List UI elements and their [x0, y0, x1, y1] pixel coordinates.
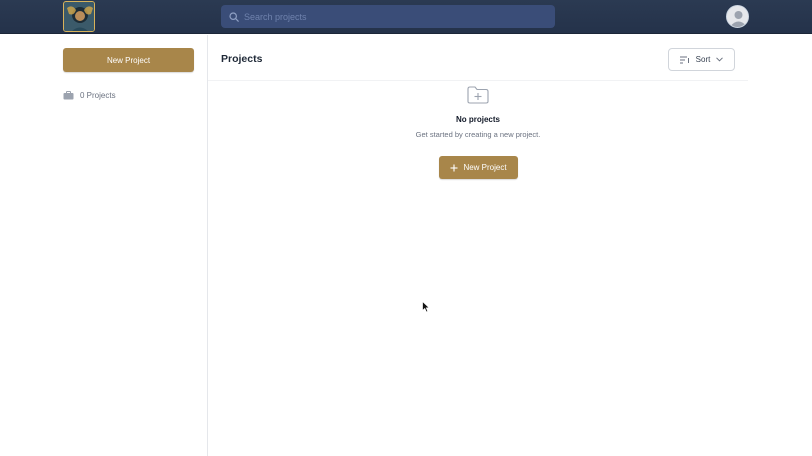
sort-label: Sort	[695, 55, 711, 64]
sort-lines-icon	[679, 56, 689, 63]
search-input[interactable]	[244, 11, 544, 22]
chevron-down-icon	[716, 57, 724, 62]
mouse-cursor-icon	[422, 300, 431, 318]
search-bar[interactable]	[221, 5, 555, 28]
empty-state-title: No projects	[455, 115, 500, 124]
user-avatar-icon	[727, 6, 748, 27]
app-logo[interactable]	[63, 1, 95, 32]
plus-icon	[450, 164, 458, 171]
sidebar-new-project-label: New Project	[106, 55, 151, 65]
sidebar: New Project 0 Projects	[0, 35, 208, 456]
new-project-label: New Project	[463, 163, 507, 172]
sidebar-new-project-button[interactable]: New Project	[63, 48, 194, 72]
top-bar	[0, 0, 812, 34]
empty-state-icon-wrap	[467, 86, 489, 109]
folder-plus-icon	[467, 86, 489, 104]
portrait-logo-icon	[64, 2, 94, 31]
project-count-label: 0 Projects	[80, 91, 116, 100]
sort-button[interactable]: Sort	[668, 48, 735, 71]
page-title: Projects	[221, 53, 263, 65]
briefcase-icon	[63, 91, 74, 100]
empty-state-subtitle: Get started by creating a new project.	[415, 130, 541, 139]
user-avatar[interactable]	[726, 5, 749, 28]
main-divider	[208, 80, 748, 81]
search-icon	[229, 11, 239, 22]
new-project-button[interactable]: New Project	[439, 156, 518, 179]
project-count: 0 Projects	[63, 91, 116, 100]
